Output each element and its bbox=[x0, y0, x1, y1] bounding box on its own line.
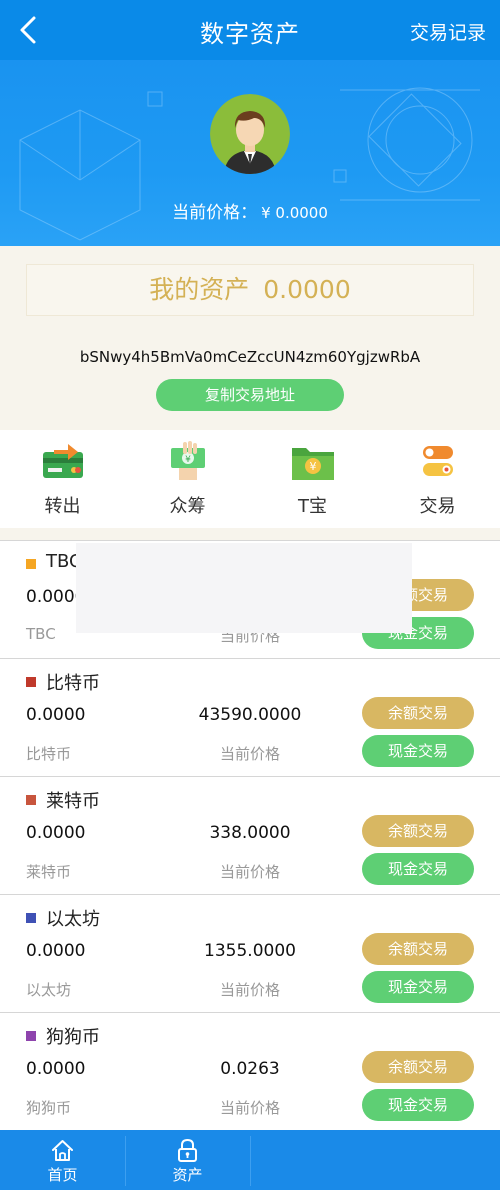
coin-row-ethereum: 以太坊 0.0000 1355.0000 以太坊 当前价格 余额交易 现金交易 bbox=[0, 894, 500, 1012]
tab-divider bbox=[250, 1136, 251, 1186]
coin-balance: 0.0000 bbox=[26, 1059, 86, 1079]
cash-trade-button[interactable]: 现金交易 bbox=[362, 1089, 474, 1121]
coin-price-label: 当前价格 bbox=[219, 981, 280, 999]
asset-amount: 0.0000 bbox=[263, 275, 351, 304]
coin-subname: TBC bbox=[26, 625, 56, 643]
quick-actions: 转出 ¥ 众筹 ¥ T宝 交易 bbox=[0, 430, 500, 528]
coin-subname: 以太坊 bbox=[26, 981, 72, 999]
coin-price: 0.0263 bbox=[220, 1059, 280, 1079]
coin-color-dot bbox=[26, 795, 36, 805]
user-avatar-icon bbox=[210, 94, 290, 174]
copy-address-button[interactable]: 复制交易地址 bbox=[156, 379, 344, 411]
coin-name: 莱特币 bbox=[46, 791, 100, 812]
cash-trade-button[interactable]: 现金交易 bbox=[362, 735, 474, 767]
coin-balance: 0.0000 bbox=[26, 705, 86, 725]
action-label: 交易 bbox=[419, 496, 456, 517]
hero-banner: 当前价格： ¥ 0.0000 bbox=[0, 60, 500, 246]
price-value: ¥ 0.0000 bbox=[261, 204, 328, 222]
my-assets-panel: 我的资产 0.0000 bSNwy4h5BmVa0mCeZccUN4zm60Ygj… bbox=[0, 246, 500, 430]
bottom-tab-bar: 首页 资产 bbox=[0, 1130, 500, 1190]
coin-subname: 狗狗币 bbox=[26, 1099, 72, 1117]
overlay-box bbox=[76, 543, 412, 633]
balance-trade-button[interactable]: 余额交易 bbox=[362, 815, 474, 847]
price-label: 当前价格： bbox=[172, 203, 258, 223]
coin-subname: 莱特币 bbox=[26, 863, 72, 881]
tab-assets[interactable]: 资产 bbox=[125, 1130, 250, 1190]
coin-balance: 0.0000 bbox=[26, 941, 86, 961]
transfer-card-icon bbox=[40, 438, 86, 484]
coin-color-dot bbox=[26, 559, 36, 569]
crowdfund-hand-icon: ¥ bbox=[165, 438, 211, 484]
coin-price: 1355.0000 bbox=[204, 941, 296, 961]
coin-price-label: 当前价格 bbox=[219, 745, 280, 763]
coin-color-dot bbox=[26, 677, 36, 687]
asset-summary-box: 我的资产 0.0000 bbox=[26, 264, 474, 316]
top-nav-bar: 数字资产 交易记录 bbox=[0, 0, 500, 60]
lock-icon bbox=[175, 1138, 200, 1163]
action-tbao[interactable]: ¥ T宝 bbox=[250, 430, 375, 528]
home-icon bbox=[50, 1138, 75, 1163]
coin-row-litecoin: 莱特币 0.0000 338.0000 莱特币 当前价格 余额交易 现金交易 bbox=[0, 776, 500, 894]
coin-color-dot bbox=[26, 1031, 36, 1041]
section-divider bbox=[0, 528, 500, 540]
coin-row-bitcoin: 比特币 0.0000 43590.0000 比特币 当前价格 余额交易 现金交易 bbox=[0, 658, 500, 776]
coin-price-label: 当前价格 bbox=[219, 863, 280, 881]
tab-home[interactable]: 首页 bbox=[0, 1130, 125, 1190]
action-trade[interactable]: 交易 bbox=[375, 430, 500, 528]
svg-text:¥: ¥ bbox=[185, 455, 191, 465]
coin-price-label: 当前价格 bbox=[219, 1099, 280, 1117]
transaction-record-link[interactable]: 交易记录 bbox=[410, 18, 486, 45]
action-label: T宝 bbox=[298, 496, 327, 517]
wallet-address: bSNwy4h5BmVa0mCeZccUN4zm60YgjzwRbA bbox=[79, 348, 421, 366]
coin-name: 比特币 bbox=[46, 673, 100, 694]
action-label: 转出 bbox=[44, 496, 81, 517]
current-price-line: 当前价格： ¥ 0.0000 bbox=[0, 198, 500, 223]
toggle-icon bbox=[415, 438, 461, 484]
coin-name: 以太坊 bbox=[46, 909, 100, 930]
coin-name: 狗狗币 bbox=[46, 1027, 100, 1048]
balance-trade-button[interactable]: 余额交易 bbox=[362, 933, 474, 965]
asset-label: 我的资产 bbox=[149, 275, 250, 304]
coin-balance: 0.0000 bbox=[26, 823, 86, 843]
svg-text:¥: ¥ bbox=[310, 460, 317, 473]
coin-subname: 比特币 bbox=[26, 745, 72, 763]
balance-trade-button[interactable]: 余额交易 bbox=[362, 697, 474, 729]
coin-color-dot bbox=[26, 913, 36, 923]
balance-trade-button[interactable]: 余额交易 bbox=[362, 1051, 474, 1083]
cash-trade-button[interactable]: 现金交易 bbox=[362, 971, 474, 1003]
tab-label: 首页 bbox=[47, 1166, 78, 1184]
digital-assets-page: 数字资产 交易记录 当前价格： ¥ 0.0000 我的资产 0.0000 bSN… bbox=[0, 0, 500, 1190]
coin-price: 43590.0000 bbox=[198, 705, 302, 725]
folder-yen-icon: ¥ bbox=[290, 438, 336, 484]
action-crowdfund[interactable]: ¥ 众筹 bbox=[125, 430, 250, 528]
action-label: 众筹 bbox=[169, 496, 206, 517]
coin-price: 338.0000 bbox=[209, 823, 291, 843]
user-avatar bbox=[210, 94, 290, 174]
cash-trade-button[interactable]: 现金交易 bbox=[362, 853, 474, 885]
tab-label: 资产 bbox=[172, 1166, 203, 1184]
coin-row-dogecoin: 狗狗币 0.0000 0.0263 狗狗币 当前价格 余额交易 现金交易 bbox=[0, 1012, 500, 1130]
action-transfer-out[interactable]: 转出 bbox=[0, 430, 125, 528]
